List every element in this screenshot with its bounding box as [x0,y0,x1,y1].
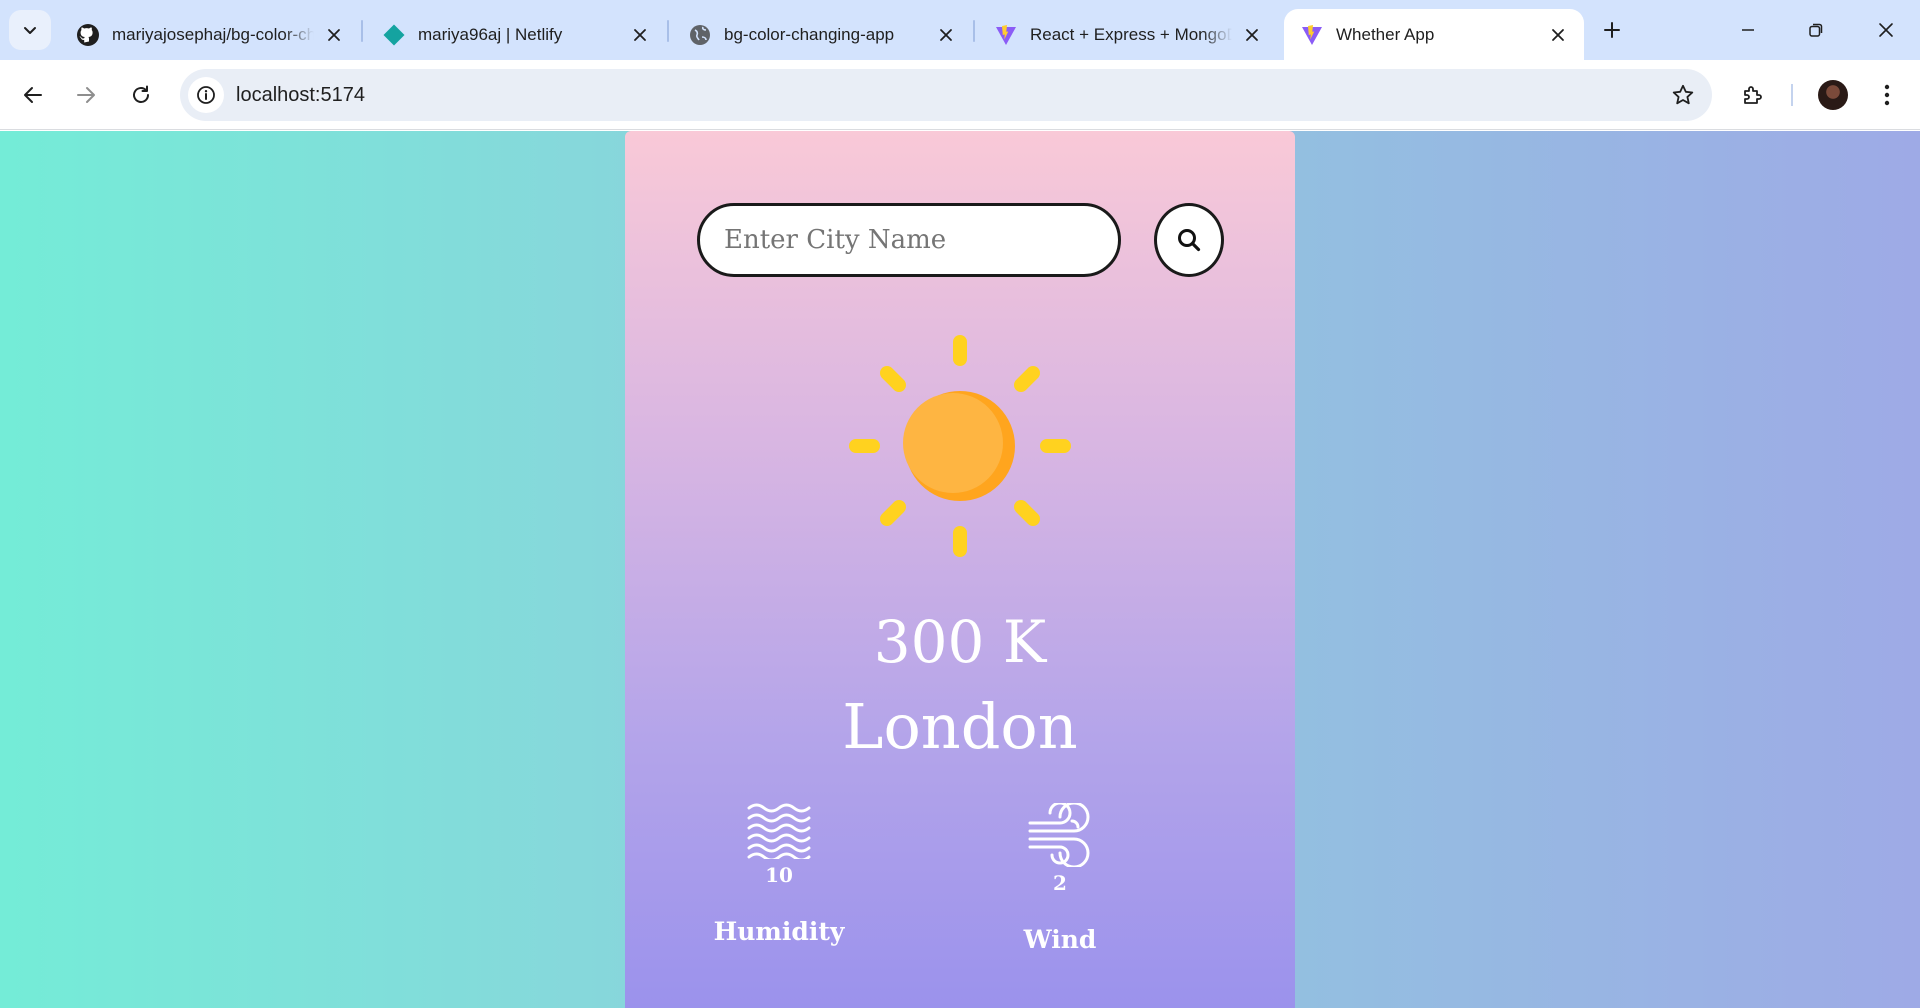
toolbar-divider [1791,84,1793,106]
arrow-left-icon [24,87,42,103]
close-icon[interactable] [934,23,958,47]
humidity-waves-icon [747,803,811,859]
sun-icon [849,335,1071,557]
github-icon [76,23,100,47]
humidity-value: 10 [765,863,793,887]
globe-icon [688,23,712,47]
url-text[interactable]: localhost:5174 [236,84,365,107]
back-button[interactable] [13,75,53,115]
chevron-down-icon [24,27,36,34]
reload-icon [133,85,149,103]
humidity-stat: 10 Humidity [689,803,869,946]
close-icon[interactable] [1240,23,1264,47]
restore-button[interactable] [1782,0,1850,60]
tab-title: mariyajosephaj/bg-color-changing-app [112,24,314,44]
reload-button[interactable] [121,75,161,115]
page-viewport: 300 K London 10 Humidity [0,131,1920,1008]
city-name: London [842,690,1078,763]
tab-github[interactable]: mariyajosephaj/bg-color-changing-app [60,9,360,60]
new-tab-button[interactable] [1594,12,1630,48]
tab-title: React + Express + MongoDB [1030,24,1232,44]
tab-separator [973,20,975,42]
menu-button[interactable] [1867,75,1907,115]
browser-toolbar: localhost:5174 [0,60,1920,130]
star-icon [1672,84,1694,105]
search-button[interactable] [1154,203,1224,277]
arrow-right-icon [77,87,95,103]
plus-icon [1604,22,1620,38]
info-icon [197,86,215,104]
tab-separator [667,20,669,42]
netlify-icon [382,23,406,47]
site-info-button[interactable] [188,77,224,113]
minimize-icon [1742,29,1754,31]
tab-whether-app[interactable]: Whether App [1284,9,1584,60]
vite-icon [1300,23,1324,47]
wind-label: Wind [1023,925,1097,954]
puzzle-icon [1744,86,1762,104]
forward-button[interactable] [66,75,106,115]
kebab-menu-icon [1884,84,1890,106]
tab-separator [361,20,363,42]
restore-icon [1809,23,1823,37]
close-icon[interactable] [628,23,652,47]
tab-bg-color-app[interactable]: bg-color-changing-app [672,9,972,60]
tab-search-button[interactable] [9,10,51,50]
tab-netlify[interactable]: mariya96aj | Netlify [366,9,666,60]
humidity-label: Humidity [713,917,845,946]
tab-title: Whether App [1336,24,1435,44]
tab-title: bg-color-changing-app [724,24,895,44]
tab-react-express[interactable]: React + Express + MongoDB [978,9,1278,60]
tab-strip: mariyajosephaj/bg-color-changing-app mar… [0,0,1920,60]
profile-button[interactable] [1813,75,1853,115]
wind-value: 2 [1053,871,1067,895]
vite-icon [994,23,1018,47]
close-icon[interactable] [322,23,346,47]
extensions-button[interactable] [1733,75,1773,115]
weather-card: 300 K London 10 Humidity [625,131,1295,1008]
avatar [1818,80,1848,110]
close-icon [1879,23,1893,37]
wind-icon [1028,803,1090,867]
close-icon[interactable] [1546,23,1570,47]
minimize-button[interactable] [1714,0,1782,60]
city-search-input[interactable] [697,203,1121,277]
wind-stat: 2 Wind [970,803,1150,954]
window-close-button[interactable] [1852,0,1920,60]
tab-title: mariya96aj | Netlify [418,24,563,44]
search-icon [1178,229,1201,252]
temperature-value: 300 K [873,608,1047,676]
address-bar[interactable]: localhost:5174 [180,69,1712,121]
bookmark-button[interactable] [1670,82,1696,108]
